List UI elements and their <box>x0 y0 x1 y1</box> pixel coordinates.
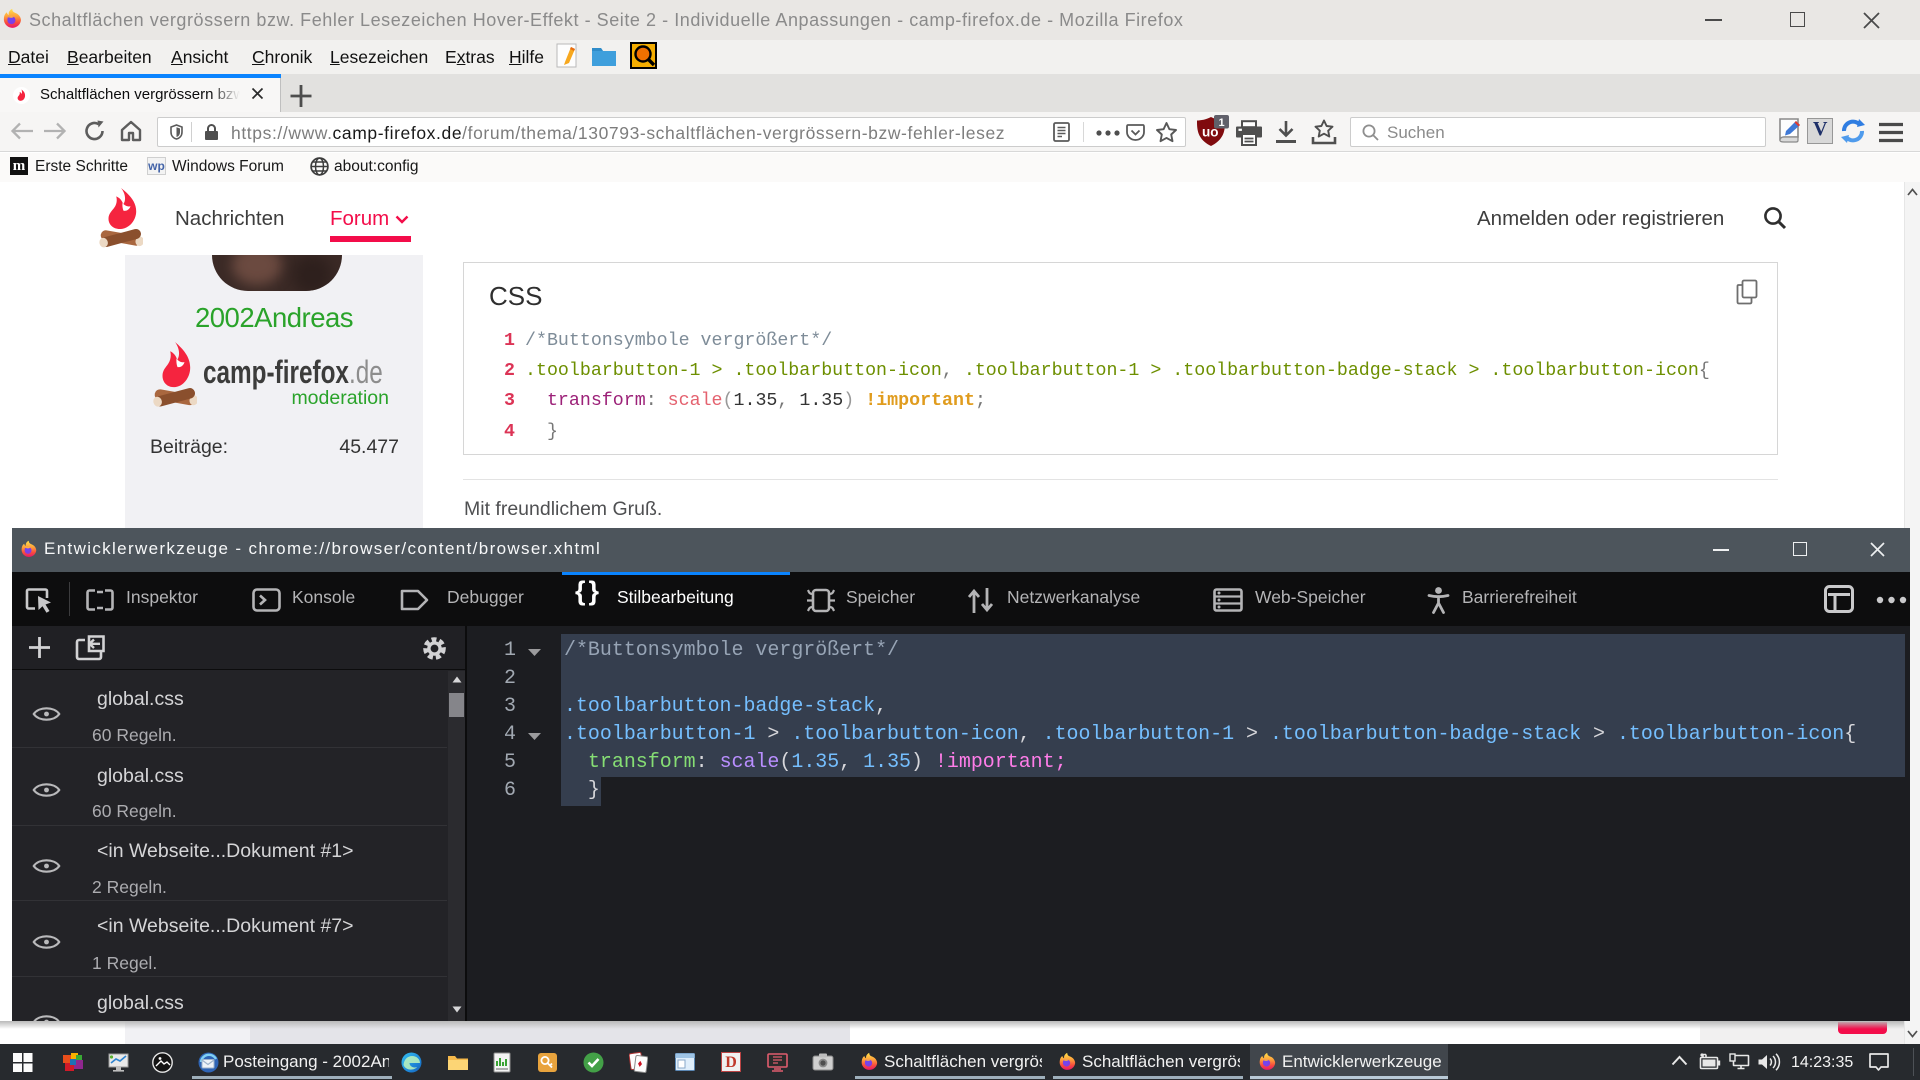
svg-text:1: 1 <box>1219 117 1225 129</box>
